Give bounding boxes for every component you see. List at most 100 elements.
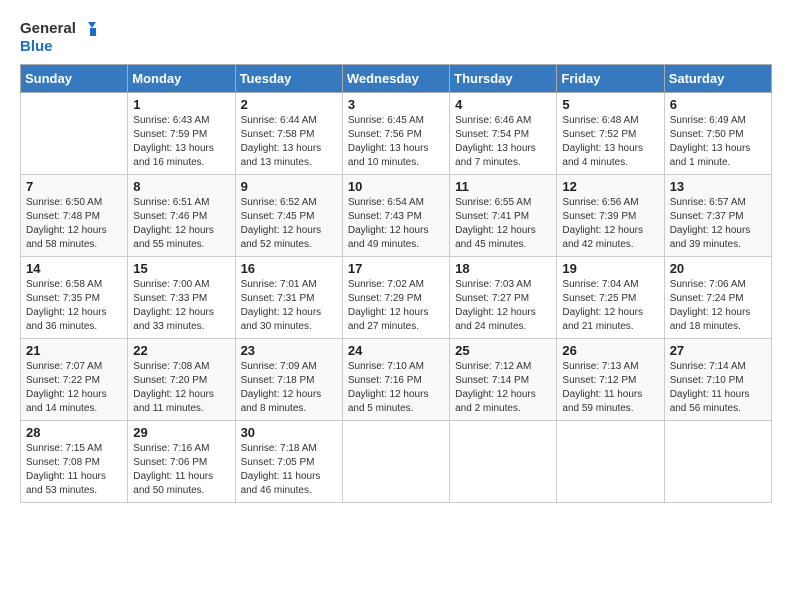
day-number: 22	[133, 343, 229, 358]
day-number: 6	[670, 97, 766, 112]
day-info: Sunrise: 7:10 AMSunset: 7:16 PMDaylight:…	[348, 360, 444, 416]
day-number: 9	[241, 179, 337, 194]
day-info: Sunrise: 6:48 AMSunset: 7:52 PMDaylight:…	[562, 114, 658, 170]
day-info: Sunrise: 6:44 AMSunset: 7:58 PMDaylight:…	[241, 114, 337, 170]
calendar-cell: 6 Sunrise: 6:49 AMSunset: 7:50 PMDaylight…	[664, 93, 771, 175]
day-header-monday: Monday	[128, 65, 235, 93]
calendar-cell: 23 Sunrise: 7:09 AMSunset: 7:18 PMDayligh…	[235, 339, 342, 421]
calendar-cell: 25Sunrise: 7:12 AMSunset: 7:14 PMDayligh…	[450, 339, 557, 421]
day-info: Sunrise: 7:12 AMSunset: 7:14 PMDaylight:…	[455, 360, 551, 416]
day-number: 30	[241, 425, 337, 440]
day-header-sunday: Sunday	[21, 65, 128, 93]
calendar-cell: 3 Sunrise: 6:45 AMSunset: 7:56 PMDaylight…	[342, 93, 449, 175]
day-info: Sunrise: 7:15 AMSunset: 7:08 PMDaylight:…	[26, 442, 122, 498]
day-number: 7	[26, 179, 122, 194]
day-info: Sunrise: 7:16 AMSunset: 7:06 PMDaylight:…	[133, 442, 229, 498]
calendar-cell	[557, 421, 664, 503]
calendar-cell: 29 Sunrise: 7:16 AMSunset: 7:06 PMDayligh…	[128, 421, 235, 503]
day-info: Sunrise: 6:51 AMSunset: 7:46 PMDaylight:…	[133, 196, 229, 252]
day-header-thursday: Thursday	[450, 65, 557, 93]
day-number: 18	[455, 261, 551, 276]
calendar-cell: 19 Sunrise: 7:04 AMSunset: 7:25 PMDayligh…	[557, 257, 664, 339]
calendar-cell: 27 Sunrise: 7:14 AMSunset: 7:10 PMDayligh…	[664, 339, 771, 421]
day-number: 11	[455, 179, 551, 194]
day-info: Sunrise: 7:06 AMSunset: 7:24 PMDaylight:…	[670, 278, 766, 334]
day-info: Sunrise: 6:54 AMSunset: 7:43 PMDaylight:…	[348, 196, 444, 252]
day-number: 16	[241, 261, 337, 276]
day-number: 15	[133, 261, 229, 276]
day-number: 26	[562, 343, 658, 358]
day-info: Sunrise: 6:45 AMSunset: 7:56 PMDaylight:…	[348, 114, 444, 170]
day-number: 14	[26, 261, 122, 276]
calendar-cell: 11 Sunrise: 6:55 AMSunset: 7:41 PMDayligh…	[450, 175, 557, 257]
calendar-cell: 15 Sunrise: 7:00 AMSunset: 7:33 PMDayligh…	[128, 257, 235, 339]
calendar-cell: 30 Sunrise: 7:18 AMSunset: 7:05 PMDayligh…	[235, 421, 342, 503]
day-number: 24	[348, 343, 444, 358]
calendar-cell: 20 Sunrise: 7:06 AMSunset: 7:24 PMDayligh…	[664, 257, 771, 339]
calendar-cell: 12 Sunrise: 6:56 AMSunset: 7:39 PMDayligh…	[557, 175, 664, 257]
day-info: Sunrise: 7:09 AMSunset: 7:18 PMDaylight:…	[241, 360, 337, 416]
calendar-cell	[664, 421, 771, 503]
logo-icon	[78, 20, 96, 38]
day-info: Sunrise: 6:55 AMSunset: 7:41 PMDaylight:…	[455, 196, 551, 252]
calendar-cell: 9 Sunrise: 6:52 AMSunset: 7:45 PMDaylight…	[235, 175, 342, 257]
day-info: Sunrise: 6:43 AMSunset: 7:59 PMDaylight:…	[133, 114, 229, 170]
day-info: Sunrise: 7:14 AMSunset: 7:10 PMDaylight:…	[670, 360, 766, 416]
calendar-cell	[450, 421, 557, 503]
day-number: 12	[562, 179, 658, 194]
day-info: Sunrise: 7:13 AMSunset: 7:12 PMDaylight:…	[562, 360, 658, 416]
day-info: Sunrise: 7:04 AMSunset: 7:25 PMDaylight:…	[562, 278, 658, 334]
page-header: General Blue	[20, 20, 772, 56]
calendar-cell: 8 Sunrise: 6:51 AMSunset: 7:46 PMDaylight…	[128, 175, 235, 257]
logo-blue: Blue	[20, 38, 53, 56]
day-number: 27	[670, 343, 766, 358]
day-info: Sunrise: 7:01 AMSunset: 7:31 PMDaylight:…	[241, 278, 337, 334]
day-number: 8	[133, 179, 229, 194]
calendar-cell: 1 Sunrise: 6:43 AMSunset: 7:59 PMDaylight…	[128, 93, 235, 175]
calendar-cell: 14 Sunrise: 6:58 AMSunset: 7:35 PMDayligh…	[21, 257, 128, 339]
day-number: 23	[241, 343, 337, 358]
calendar-cell: 22Sunrise: 7:08 AMSunset: 7:20 PMDayligh…	[128, 339, 235, 421]
calendar-cell: 26 Sunrise: 7:13 AMSunset: 7:12 PMDayligh…	[557, 339, 664, 421]
day-number: 4	[455, 97, 551, 112]
day-info: Sunrise: 7:18 AMSunset: 7:05 PMDaylight:…	[241, 442, 337, 498]
day-number: 20	[670, 261, 766, 276]
calendar-table: SundayMondayTuesdayWednesdayThursdayFrid…	[20, 64, 772, 503]
logo: General Blue	[20, 20, 96, 56]
day-number: 19	[562, 261, 658, 276]
calendar-cell: 21 Sunrise: 7:07 AMSunset: 7:22 PMDayligh…	[21, 339, 128, 421]
day-number: 21	[26, 343, 122, 358]
day-info: Sunrise: 6:52 AMSunset: 7:45 PMDaylight:…	[241, 196, 337, 252]
day-number: 3	[348, 97, 444, 112]
day-info: Sunrise: 6:58 AMSunset: 7:35 PMDaylight:…	[26, 278, 122, 334]
calendar-cell	[21, 93, 128, 175]
calendar-cell: 16 Sunrise: 7:01 AMSunset: 7:31 PMDayligh…	[235, 257, 342, 339]
calendar-cell: 18 Sunrise: 7:03 AMSunset: 7:27 PMDayligh…	[450, 257, 557, 339]
day-info: Sunrise: 6:49 AMSunset: 7:50 PMDaylight:…	[670, 114, 766, 170]
day-info: Sunrise: 6:50 AMSunset: 7:48 PMDaylight:…	[26, 196, 122, 252]
day-header-friday: Friday	[557, 65, 664, 93]
calendar-cell: 7 Sunrise: 6:50 AMSunset: 7:48 PMDaylight…	[21, 175, 128, 257]
day-number: 13	[670, 179, 766, 194]
day-info: Sunrise: 6:46 AMSunset: 7:54 PMDaylight:…	[455, 114, 551, 170]
day-number: 5	[562, 97, 658, 112]
calendar-cell: 10Sunrise: 6:54 AMSunset: 7:43 PMDayligh…	[342, 175, 449, 257]
day-header-tuesday: Tuesday	[235, 65, 342, 93]
logo-general: General	[20, 20, 76, 38]
day-number: 29	[133, 425, 229, 440]
day-number: 1	[133, 97, 229, 112]
day-info: Sunrise: 6:57 AMSunset: 7:37 PMDaylight:…	[670, 196, 766, 252]
day-info: Sunrise: 7:07 AMSunset: 7:22 PMDaylight:…	[26, 360, 122, 416]
calendar-cell: 13 Sunrise: 6:57 AMSunset: 7:37 PMDayligh…	[664, 175, 771, 257]
day-info: Sunrise: 6:56 AMSunset: 7:39 PMDaylight:…	[562, 196, 658, 252]
calendar-cell: 17Sunrise: 7:02 AMSunset: 7:29 PMDayligh…	[342, 257, 449, 339]
calendar-cell: 4 Sunrise: 6:46 AMSunset: 7:54 PMDaylight…	[450, 93, 557, 175]
day-info: Sunrise: 7:00 AMSunset: 7:33 PMDaylight:…	[133, 278, 229, 334]
day-info: Sunrise: 7:03 AMSunset: 7:27 PMDaylight:…	[455, 278, 551, 334]
day-header-saturday: Saturday	[664, 65, 771, 93]
calendar-cell: 28 Sunrise: 7:15 AMSunset: 7:08 PMDayligh…	[21, 421, 128, 503]
calendar-cell: 5 Sunrise: 6:48 AMSunset: 7:52 PMDaylight…	[557, 93, 664, 175]
day-number: 28	[26, 425, 122, 440]
day-number: 2	[241, 97, 337, 112]
calendar-cell: 24 Sunrise: 7:10 AMSunset: 7:16 PMDayligh…	[342, 339, 449, 421]
